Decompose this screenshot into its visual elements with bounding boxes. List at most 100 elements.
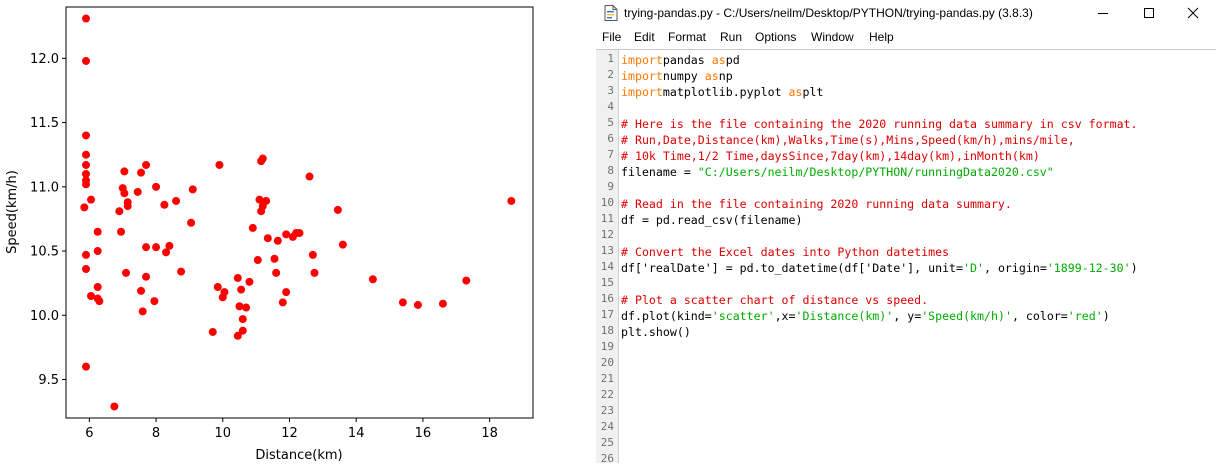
scatter-point: [305, 172, 314, 181]
scatter-point: [82, 160, 91, 169]
menu-edit[interactable]: Edit: [634, 30, 655, 44]
minimize-icon: [1098, 13, 1108, 14]
scatter-point: [262, 196, 271, 205]
line-number: 24: [600, 420, 614, 433]
line-number: 8: [607, 164, 614, 177]
scatter-point: [87, 195, 96, 204]
code-line: # 10k Time,1/2 Time,daysSince,7day(km),1…: [621, 148, 1040, 164]
scatter-point: [82, 265, 91, 274]
scatter-point: [122, 268, 131, 277]
line-number: 23: [600, 404, 614, 417]
code-token: # Read in the file containing 2020 runni…: [621, 197, 1012, 211]
scatter-point: [82, 362, 91, 371]
line-number: 22: [600, 388, 614, 401]
menu-run[interactable]: Run: [720, 30, 742, 44]
scatter-point: [137, 286, 146, 295]
scatter-point: [272, 268, 281, 277]
close-button[interactable]: [1170, 0, 1216, 26]
line-number-gutter: 1 2 3 4 5 6 7 8 9 10 11 12 13 14 15 16 17 18 19 20 21 22 23 24 2…: [596, 50, 618, 465]
idle-file-icon: [604, 5, 618, 21]
code-line: df = pd.read_csv(filename): [621, 212, 802, 228]
scatter-point: [233, 274, 242, 283]
plot-window: 6 8 10 12 14 16 18 9.5 10.0 10.5 11.0 11.5 12.0 Dist…: [0, 0, 590, 462]
y-tick-label: 11.0: [30, 180, 59, 195]
code-token: , color=: [1011, 309, 1068, 323]
line-number: 26: [600, 452, 614, 465]
maximize-button[interactable]: [1126, 0, 1172, 26]
scatter-point: [398, 298, 407, 307]
line-number: 25: [600, 436, 614, 449]
code-token: numpy: [662, 69, 705, 83]
code-token: pandas: [662, 53, 712, 67]
scatter-point: [95, 297, 104, 306]
code-token: , y=: [893, 309, 922, 323]
code-token: # Plot a scatter chart of distance vs sp…: [621, 293, 929, 307]
line-number: 4: [607, 100, 614, 113]
code-token: df['realDate'] = pd.to_datetime(df['Date…: [621, 261, 964, 275]
line-number: 5: [607, 116, 614, 129]
code-line: # Plot a scatter chart of distance vs sp…: [621, 292, 928, 308]
code-token: # Run,Date,Distance(km),Walks,Time(s),Mi…: [621, 133, 1075, 147]
window-title: trying-pandas.py - C:/Users/neilm/Deskto…: [624, 6, 1033, 20]
scatter-point: [282, 288, 291, 297]
scatter-point: [80, 203, 89, 212]
scatter-point: [117, 227, 126, 236]
code-token: ): [1130, 261, 1138, 275]
code-token: import: [621, 53, 663, 67]
scatter-point: [187, 218, 196, 227]
scatter-point: [82, 250, 91, 259]
code-token: 'Distance(km)': [795, 309, 894, 323]
title-bar[interactable]: trying-pandas.py - C:/Users/neilm/Deskto…: [596, 0, 1216, 26]
menu-options[interactable]: Options: [755, 30, 796, 44]
y-tick-label: 10.0: [30, 309, 59, 324]
x-tick-label: 8: [152, 426, 160, 441]
idle-editor-window: trying-pandas.py - C:/Users/neilm/Deskto…: [596, 0, 1216, 465]
gutter-divider: [618, 50, 619, 463]
scatter-point: [172, 196, 181, 205]
y-tick-label: 12.0: [30, 52, 59, 67]
scatter-point: [150, 297, 159, 306]
code-token: ): [1102, 309, 1110, 323]
scatter-point: [270, 254, 279, 263]
scatter-point: [237, 285, 246, 294]
scatter-point: [165, 241, 174, 250]
line-number: 7: [607, 148, 614, 161]
line-number: 21: [600, 372, 614, 385]
scatter-point: [215, 160, 224, 169]
code-token: ,x=: [774, 309, 796, 323]
scatter-point: [238, 326, 247, 335]
scatter-chart: 6 8 10 12 14 16 18 9.5 10.0 10.5 11.0 11.5 12.0 Dist…: [5, 6, 534, 462]
code-token: '1899-12-30': [1046, 261, 1131, 275]
menu-format[interactable]: Format: [668, 30, 706, 44]
line-number: 19: [600, 340, 614, 353]
menu-help[interactable]: Help: [869, 30, 894, 44]
scatter-point: [93, 227, 102, 236]
code-token: import: [621, 69, 663, 83]
menu-window[interactable]: Window: [811, 30, 854, 44]
code-editor[interactable]: 1 2 3 4 5 6 7 8 9 10 11 12 13 14 15 16 17 18 19 20 21 22 23 24 2…: [596, 49, 1216, 465]
menu-file[interactable]: File: [602, 30, 621, 44]
code-token: plt: [802, 85, 824, 99]
y-axis-label: Speed(km/h): [5, 170, 20, 254]
code-token: pd: [725, 53, 740, 67]
line-number: 3: [607, 84, 614, 97]
code-token: "C:/Users/neilm/Desktop/PYTHON/runningDa…: [697, 165, 1054, 179]
scatter-point: [310, 268, 319, 277]
scatter-point: [308, 250, 317, 259]
code-token: # 10k Time,1/2 Time,daysSince,7day(km),1…: [621, 149, 1040, 163]
code-token: np: [718, 69, 733, 83]
x-tick-label: 6: [85, 426, 93, 441]
scatter-point: [413, 300, 422, 309]
code-token: as: [704, 69, 719, 83]
x-tick-label: 18: [481, 426, 498, 441]
line-number: 12: [600, 228, 614, 241]
line-number: 2: [607, 68, 614, 81]
scatter-point: [258, 154, 267, 163]
minimize-button[interactable]: [1080, 0, 1126, 26]
line-number: 9: [607, 180, 614, 193]
scatter-point: [188, 185, 197, 194]
code-token: import: [621, 85, 663, 99]
line-number: 6: [607, 132, 614, 145]
y-tick-label: 10.5: [30, 245, 59, 260]
line-number: 11: [600, 212, 614, 225]
